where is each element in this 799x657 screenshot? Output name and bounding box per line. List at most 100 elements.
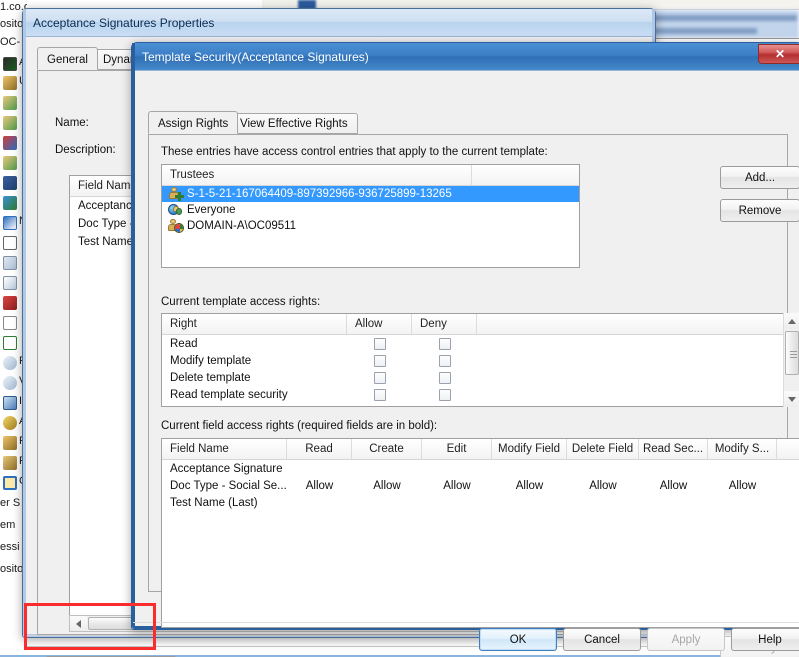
security-button-highlight-annotation [24,603,156,650]
allow-checkbox[interactable] [373,371,386,384]
trustees-intro-text: These entries have access control entrie… [161,146,548,158]
trustee-name: DOMAIN-A\OC09511 [187,220,297,232]
col-field-name[interactable]: Field Name [162,439,287,459]
vscroll-thumb[interactable] [785,331,799,375]
cancel-button[interactable]: Cancel [563,628,641,651]
col-create[interactable]: Create [352,439,422,459]
close-icon-glyph: ✕ [774,47,786,61]
table-row[interactable]: Read template security [162,386,799,403]
trustees-listbox[interactable]: Trustees S-1-5-21-167064409-897392966-93… [161,164,580,268]
remove-button-label: Remove [738,204,782,217]
allow-checkbox[interactable] [373,354,386,367]
name-label: Name: [55,117,89,129]
bg-tree-icon [3,336,17,350]
modify-field-cell: Allow [515,479,544,492]
deny-cell[interactable] [412,371,477,384]
apply-button[interactable]: Apply [647,628,725,651]
bg-tree-icon [3,276,17,290]
template-rights-vscrollbar[interactable] [783,313,799,407]
table-row[interactable]: Acceptance Signature [162,460,799,477]
template-rights-label: Current template access rights: [161,296,321,308]
col-deny[interactable]: Deny [412,314,477,334]
security-tabstrip[interactable]: Assign Rights View Effective Rights [148,111,788,134]
table-row[interactable]: Test Name (Last) [162,494,799,511]
close-icon[interactable]: ✕ [758,44,799,64]
properties-titlebar[interactable]: Acceptance Signatures Properties [23,9,655,37]
table-row[interactable]: Read [162,335,799,352]
add-button-label: Add... [744,171,776,184]
field-name-cell: Acceptance Signature [170,462,283,475]
create-cell: Allow [373,479,401,492]
bg-tree-line: osito [0,18,24,30]
tab-general-label: General [47,54,88,66]
description-label: Description: [55,144,116,156]
col-read[interactable]: Read [287,439,352,459]
security-titlebar[interactable]: Template Security(Acceptance Signatures)… [132,43,799,71]
edit-cell: Allow [443,479,471,492]
tab-view-effective-rights[interactable]: View Effective Rights [230,113,358,134]
scroll-down-arrow[interactable] [784,391,799,407]
allow-cell[interactable] [347,371,412,384]
bg-tree-icon [3,256,17,270]
bg-tree-icon [3,76,17,90]
list-item[interactable]: S-1-5-21-167064409-897392966-936725899-1… [162,186,579,202]
col-read-security[interactable]: Read Sec... [639,439,708,459]
bg-tree-icon [3,57,17,71]
field-name-cell: Doc Type - Social Se... [170,479,287,492]
trustees-header: Trustees [162,165,579,186]
tab-view-effective-rights-label: View Effective Rights [240,117,348,130]
bg-tree-line: osito [0,563,24,575]
properties-title: Acceptance Signatures Properties [33,15,215,30]
scroll-up-arrow[interactable] [784,313,799,329]
table-row[interactable]: Modify template [162,352,799,369]
bg-tree-icon [3,156,17,170]
table-row[interactable]: Doc Type - Social Se... Allow Allow Allo… [162,477,799,494]
everyone-globe-icon [168,203,184,217]
list-item[interactable]: Everyone [162,202,579,218]
table-row[interactable]: Delete template [162,369,799,386]
bg-tree-icon [3,116,17,130]
bg-tree-icon [3,476,17,490]
deny-cell[interactable] [412,388,477,401]
deny-cell[interactable] [412,354,477,367]
read-cell: Allow [305,479,334,492]
allow-cell[interactable] [347,337,412,350]
bg-tree-icon [3,296,17,310]
deny-checkbox[interactable] [438,337,451,350]
deny-checkbox[interactable] [438,388,451,401]
allow-cell[interactable] [347,354,412,367]
tab-assign-rights[interactable]: Assign Rights [148,111,239,134]
bg-tree-icon [3,356,17,370]
col-allow[interactable]: Allow [347,314,412,334]
allow-cell[interactable] [347,388,412,401]
ok-button[interactable]: OK [479,628,557,651]
tab-general[interactable]: General [37,47,98,70]
right-name-cell: Delete template [170,371,251,384]
allow-checkbox[interactable] [373,337,386,350]
bg-tree-line: essi [0,541,20,553]
user-group-icon [168,187,184,201]
col-spacer [477,314,785,334]
domain-user-icon [168,219,184,233]
list-item[interactable]: DOMAIN-A\OC09511 [162,218,579,234]
bg-tree-icon [3,376,17,390]
template-rights-listview[interactable]: Right Allow Deny Read Modify template De [161,313,799,407]
deny-checkbox[interactable] [438,371,451,384]
deny-checkbox[interactable] [438,354,451,367]
allow-checkbox[interactable] [373,388,386,401]
deny-cell[interactable] [412,337,477,350]
bg-tree-icon [3,196,17,210]
col-edit[interactable]: Edit [422,439,492,459]
remove-button[interactable]: Remove [720,199,799,222]
col-right[interactable]: Right [162,314,347,334]
bg-tree-icon [3,396,17,410]
col-delete-field[interactable]: Delete Field [567,439,639,459]
help-button[interactable]: Help [731,628,799,651]
add-button[interactable]: Add... [720,166,799,189]
col-modify-field[interactable]: Modify Field [492,439,567,459]
col-modify-security[interactable]: Modify S... [708,439,777,459]
bg-tree-line: OC- [0,36,21,48]
bg-tree-line: em [0,519,16,531]
field-rights-listview[interactable]: Field Name Read Create Edit Modify Field… [161,438,799,628]
template-security-dialog[interactable]: Template Security(Acceptance Signatures)… [131,42,799,657]
